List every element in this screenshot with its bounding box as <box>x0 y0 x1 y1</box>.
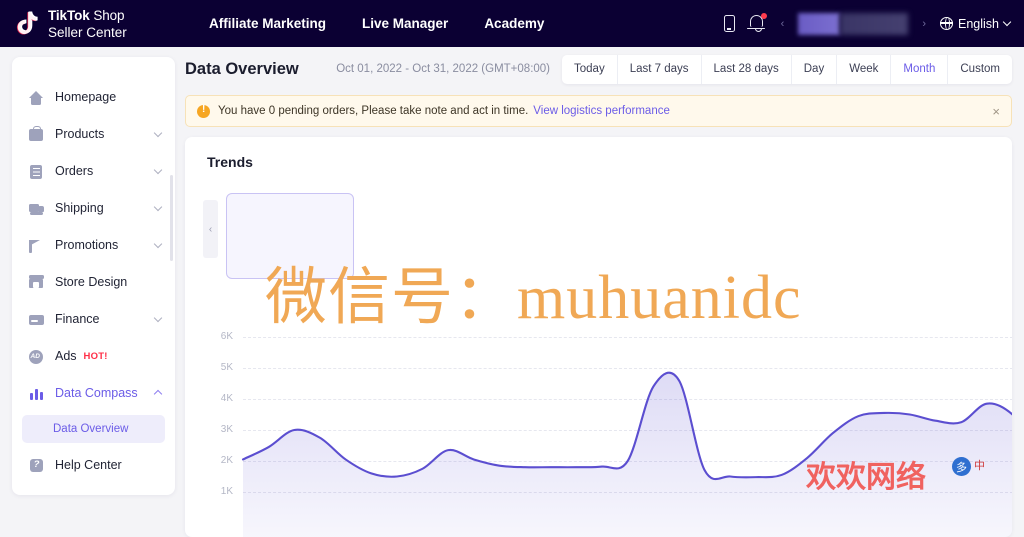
chevron-down-icon <box>153 313 163 322</box>
sidebar-item-shipping[interactable]: Shipping <box>12 190 175 226</box>
megaphone-icon <box>29 238 44 253</box>
watermark-badge-icon: 多 <box>952 457 971 476</box>
range-option-last-28-days[interactable]: Last 28 days <box>702 54 792 84</box>
watermark-wechat-id: 微信号：muhuanidc <box>265 264 802 332</box>
range-option-custom[interactable]: Custom <box>948 55 1012 84</box>
sidebar-item-finance[interactable]: Finance <box>12 301 175 337</box>
brand-text: TikTok Shop Seller Center <box>48 7 127 40</box>
range-option-month[interactable]: Month <box>891 54 949 84</box>
sidebar-subitem-data-overview[interactable]: Data Overview <box>22 415 165 443</box>
home-icon <box>29 90 44 105</box>
sidebar-item-label: Promotions <box>55 238 119 252</box>
chevron-up-icon <box>153 389 163 399</box>
sidebar-item-store-design[interactable]: Store Design <box>12 264 175 300</box>
page-header: Data Overview Oct 01, 2022 - Oct 31, 202… <box>175 47 1024 91</box>
sidebar-item-label: Data Compass <box>55 386 138 400</box>
sidebar: Homepage Products Orders Shipping Promot… <box>12 57 175 495</box>
sidebar-item-label: Store Design <box>55 275 128 289</box>
chevron-left-icon: ‹ <box>780 17 785 30</box>
date-range-filter: Today Last 7 days Last 28 days Day Week … <box>562 54 1012 84</box>
brand-line2: Seller Center <box>48 24 127 40</box>
sidebar-item-label: Shipping <box>55 201 104 215</box>
box-icon <box>29 125 44 142</box>
range-option-last-7-days[interactable]: Last 7 days <box>618 54 702 84</box>
nav-link-academy[interactable]: Academy <box>484 16 544 31</box>
sidebar-item-label: Orders <box>55 164 94 178</box>
sidebar-item-orders[interactable]: Orders <box>12 153 175 189</box>
chevron-down-icon <box>153 128 163 137</box>
language-selector[interactable]: English <box>939 16 1012 31</box>
top-navigation-bar: TikTok Shop Seller Center Affiliate Mark… <box>0 0 1024 47</box>
chevron-left-icon[interactable]: ‹ <box>203 200 218 258</box>
status-badge: HOT! <box>83 350 108 362</box>
sidebar-item-help-center[interactable]: Help Center <box>12 447 175 483</box>
top-nav-right-group: ‹ › English <box>723 12 1012 35</box>
watermark-site-name: 欢欢网络 <box>806 461 926 494</box>
range-option-today[interactable]: Today <box>562 54 618 84</box>
notification-bell-icon[interactable] <box>747 13 767 33</box>
sidebar-item-promotions[interactable]: Promotions <box>12 227 175 263</box>
brand-line1-rest: Shop <box>89 7 125 23</box>
mobile-phone-icon[interactable] <box>723 15 735 32</box>
date-range-label: Oct 01, 2022 - Oct 31, 2022 (GMT+08:00) <box>336 63 551 75</box>
range-option-day[interactable]: Day <box>792 54 838 84</box>
storefront-icon <box>28 275 44 290</box>
close-icon[interactable]: × <box>992 105 1000 118</box>
pending-orders-alert: You have 0 pending orders, Please take n… <box>185 95 1012 127</box>
trends-chart: 6K 5K 4K 3K 2K 1K <box>185 323 1012 537</box>
ads-circle-icon <box>29 349 44 364</box>
trends-title: Trends <box>207 154 253 170</box>
warning-icon <box>197 104 210 118</box>
chevron-right-icon: › <box>922 17 926 30</box>
question-icon <box>29 458 44 473</box>
nav-link-affiliate-marketing[interactable]: Affiliate Marketing <box>209 16 326 31</box>
sidebar-item-ads[interactable]: Ads HOT! <box>12 338 175 374</box>
sidebar-item-label: Finance <box>55 312 100 326</box>
notification-dot <box>760 13 767 19</box>
bar-chart-icon <box>29 386 44 401</box>
range-option-week[interactable]: Week <box>837 54 892 84</box>
trend-line-series <box>241 371 1012 537</box>
brand-logo[interactable]: TikTok Shop Seller Center <box>16 7 161 40</box>
view-logistics-performance-link[interactable]: View logistics performance <box>533 105 670 117</box>
watermark-badge-label: 中 <box>974 460 985 472</box>
tiktok-note-icon <box>16 9 42 37</box>
top-nav-links: Affiliate Marketing Live Manager Academy <box>209 16 544 31</box>
chevron-down-icon <box>153 202 163 211</box>
sidebar-item-products[interactable]: Products <box>12 116 175 152</box>
order-list-icon <box>29 164 44 179</box>
nav-link-live-manager[interactable]: Live Manager <box>362 16 448 31</box>
sidebar-subitem-label: Data Overview <box>53 423 129 435</box>
sidebar-item-label: Homepage <box>55 90 117 104</box>
account-name-redacted <box>840 12 909 35</box>
language-label: English <box>958 16 999 31</box>
truck-icon <box>29 201 44 216</box>
page-title: Data Overview <box>185 59 299 78</box>
avatar <box>798 12 841 35</box>
sidebar-scrollbar[interactable] <box>170 175 173 261</box>
chevron-down-icon <box>1002 17 1012 27</box>
alert-message: You have 0 pending orders, Please take n… <box>218 105 529 117</box>
chevron-down-icon <box>153 165 163 174</box>
chevron-down-icon <box>153 239 163 248</box>
wallet-icon <box>29 312 44 327</box>
sidebar-item-label: Ads <box>55 349 77 363</box>
user-account-area[interactable] <box>798 12 909 35</box>
sidebar-item-label: Products <box>55 127 105 141</box>
sidebar-item-homepage[interactable]: Homepage <box>12 79 175 115</box>
sidebar-item-label: Help Center <box>55 458 122 472</box>
sidebar-item-data-compass[interactable]: Data Compass <box>12 375 175 411</box>
brand-line1-bold: TikTok <box>48 7 90 23</box>
globe-icon <box>939 16 953 30</box>
